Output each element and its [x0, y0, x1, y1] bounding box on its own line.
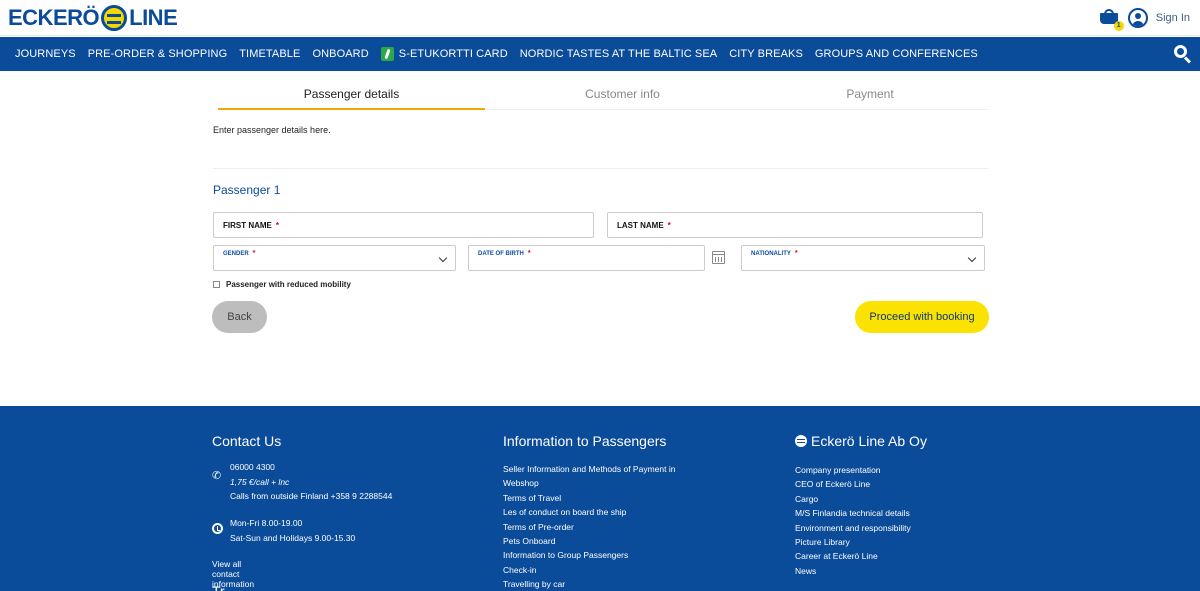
footer-link[interactable]: M/S Finlandia technical details: [795, 506, 911, 520]
footer-link[interactable]: Webshop: [503, 476, 675, 490]
reduced-mobility-label[interactable]: Passenger with reduced mobility: [226, 280, 351, 289]
reduced-mobility-row: Passenger with reduced mobility: [213, 280, 351, 289]
step-passenger-details[interactable]: Passenger details: [218, 80, 485, 110]
contact-hours-weekdays: Mon-Fri 8.00-19.00: [230, 518, 303, 528]
footer-link[interactable]: Picture Library: [795, 535, 911, 549]
footer-info-links: Seller Information and Methods of Paymen…: [503, 462, 675, 591]
contact-hours-block: Mon-Fri 8.00-19.00 Sat-Sun and Holidays …: [230, 516, 355, 545]
s-etukortti-icon: [380, 47, 394, 61]
logo-circle-icon: [101, 5, 128, 31]
chevron-down-icon: [438, 253, 448, 263]
nav-item-pre-order-shopping[interactable]: PRE-ORDER & SHOPPING: [88, 48, 228, 60]
main-nav: JOURNEYS PRE-ORDER & SHOPPING TIMETABLE …: [0, 37, 1200, 71]
user-icon[interactable]: [1127, 8, 1148, 28]
nav-item-groups-conferences[interactable]: GROUPS AND CONFERENCES: [815, 48, 978, 60]
footer-contact-title: Contact Us: [212, 433, 282, 449]
eckero-logo-icon: [795, 435, 807, 447]
top-bar: ECKERÖ LINE 1 Sign In: [0, 0, 1200, 36]
booking-steps: Passenger details Customer info Payment: [218, 80, 988, 110]
footer-link[interactable]: CEO of Eckerö Line: [795, 477, 911, 491]
footer-link[interactable]: News: [795, 564, 911, 578]
footer-company-links: Company presentation CEO of Eckerö Line …: [795, 463, 911, 578]
clock-icon: [212, 523, 223, 534]
contact-hours-weekend: Sat-Sun and Holidays 9.00-15.30: [230, 532, 356, 543]
nationality-label: NATIONALITY *: [751, 250, 798, 257]
phone-icon: [212, 466, 223, 477]
step-payment[interactable]: Payment: [760, 80, 980, 109]
nav-item-nordic-tastes[interactable]: NORDIC TASTES AT THE BALTIC SEA: [520, 48, 717, 60]
nav-item-city-breaks[interactable]: CITY BREAKS: [729, 48, 803, 60]
reduced-mobility-checkbox[interactable]: [213, 281, 220, 288]
contact-phone-block: 06000 4300 1,75 €/call + lnc Calls from …: [230, 460, 392, 504]
cart-icon[interactable]: 1: [1099, 9, 1124, 31]
passenger-title: Passenger 1: [213, 183, 281, 197]
footer-link[interactable]: Terms of Pre-order: [503, 520, 675, 534]
divider: [213, 168, 988, 169]
nav-item-s-etukortti-label: S-ETUKORTTI CARD: [398, 48, 508, 60]
footer-link[interactable]: Travelling by car: [503, 577, 675, 591]
footer-link[interactable]: Pets Onboard: [503, 534, 675, 548]
footer-link[interactable]: Company presentation: [795, 463, 911, 477]
footer-link[interactable]: Cargo: [795, 492, 911, 506]
footer-link[interactable]: Terms of Travel: [503, 491, 675, 505]
logo-text-right: LINE: [129, 5, 178, 30]
footer-company-title: Eckerö Line Ab Oy: [795, 433, 927, 449]
first-name-label: FIRST NAME *: [223, 221, 280, 230]
sign-in-link[interactable]: Sign In: [1156, 12, 1190, 24]
footer-link[interactable]: Seller Information and Methods of Paymen…: [503, 462, 675, 476]
proceed-with-booking-button[interactable]: Proceed with booking: [855, 301, 989, 333]
logo-text-left: ECKERÖ: [8, 5, 100, 30]
intro-text: Enter passenger details here.: [213, 125, 331, 135]
nationality-select[interactable]: NATIONALITY *: [741, 245, 985, 271]
first-name-field[interactable]: FIRST NAME *: [213, 212, 594, 238]
back-button[interactable]: Back: [212, 301, 267, 333]
footer-link[interactable]: Career at Eckerö Line: [795, 549, 911, 563]
footer-link[interactable]: Check-in: [503, 563, 675, 577]
top-right-actions: 1 Sign In: [1099, 8, 1190, 31]
date-of-birth-label: DATE OF BIRTH *: [478, 250, 531, 257]
contact-phone[interactable]: 06000 4300: [230, 460, 392, 475]
contact-abroad: Calls from outside Finland +358 9 228854…: [230, 491, 393, 502]
nav-item-journeys[interactable]: JOURNEYS: [15, 48, 76, 60]
last-name-label: LAST NAME *: [617, 221, 671, 230]
gender-select[interactable]: GENDER *: [213, 245, 456, 271]
contact-phone-cost: 1,75 €/call + lnc: [230, 476, 290, 487]
nav-item-s-etukortti[interactable]: S-ETUKORTTI CARD: [380, 47, 508, 61]
nav-item-onboard[interactable]: ONBOARD: [312, 48, 368, 60]
eckero-line-logo[interactable]: ECKERÖ LINE: [8, 5, 178, 31]
footer-partial-heading: Tr...: [212, 583, 236, 591]
last-name-field[interactable]: LAST NAME *: [607, 212, 983, 238]
search-icon[interactable]: [1174, 45, 1192, 64]
chevron-down-icon: [967, 253, 977, 263]
gender-label: GENDER *: [223, 250, 256, 257]
cart-count-badge: 1: [1113, 21, 1124, 31]
step-customer-info[interactable]: Customer info: [485, 80, 760, 109]
nav-item-timetable[interactable]: TIMETABLE: [239, 48, 300, 60]
footer-link[interactable]: Information to Group Passengers: [503, 548, 675, 562]
date-of-birth-field[interactable]: DATE OF BIRTH *: [468, 245, 705, 271]
footer-link[interactable]: Les of conduct on board the ship: [503, 505, 675, 519]
footer: Contact Us 06000 4300 1,75 €/call + lnc …: [0, 406, 1200, 591]
footer-link[interactable]: Environment and responsibility: [795, 521, 911, 535]
footer-info-title: Information to Passengers: [503, 433, 667, 449]
calendar-icon[interactable]: [712, 251, 725, 264]
